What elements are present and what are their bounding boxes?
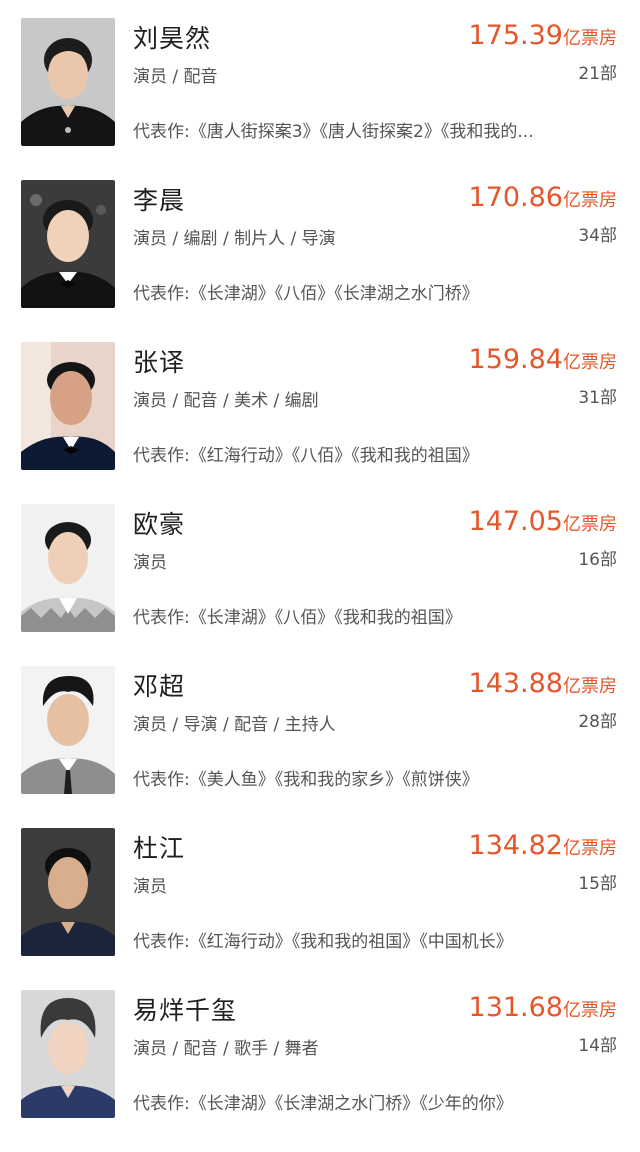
box-office-value: 131.68 — [468, 992, 563, 1023]
representative-works: 代表作:《长津湖》《八佰》《我和我的祖国》 — [133, 608, 462, 628]
celebrity-roles: 演员 — [133, 877, 167, 897]
celebrity-row[interactable]: 张译 演员 / 配音 / 美术 / 编剧 代表作:《红海行动》《八佰》《我和我的… — [0, 342, 640, 504]
celebrity-roles: 演员 / 编剧 / 制片人 / 导演 — [133, 229, 336, 249]
representative-works: 代表作:《红海行动》《八佰》《我和我的祖国》 — [133, 446, 479, 466]
film-count: 31部 — [578, 388, 617, 408]
celebrity-name: 李晨 — [133, 186, 186, 215]
celebrity-row[interactable]: 易烊千玺 演员 / 配音 / 歌手 / 舞者 代表作:《长津湖》《长津湖之水门桥… — [0, 990, 640, 1152]
box-office-value: 143.88 — [468, 668, 563, 699]
film-count: 21部 — [578, 64, 617, 84]
film-count: 15部 — [578, 874, 617, 894]
celebrity-row[interactable]: 杜江 演员 代表作:《红海行动》《我和我的祖国》《中国机长》 134.82亿票房… — [0, 828, 640, 990]
box-office-unit: 亿票房 — [563, 1000, 617, 1021]
film-count: 14部 — [578, 1036, 617, 1056]
box-office-value: 134.82 — [468, 830, 563, 861]
representative-works: 代表作:《美人鱼》《我和我的家乡》《煎饼侠》 — [133, 770, 479, 790]
box-office-unit: 亿票房 — [563, 838, 617, 859]
film-count: 28部 — [578, 712, 617, 732]
film-count: 34部 — [578, 226, 617, 246]
box-office: 175.39亿票房 — [469, 19, 617, 56]
celebrity-roles: 演员 / 配音 / 歌手 / 舞者 — [133, 1039, 319, 1059]
film-count: 16部 — [578, 550, 617, 570]
celebrity-photo[interactable] — [21, 342, 115, 470]
representative-works: 代表作:《红海行动》《我和我的祖国》《中国机长》 — [133, 932, 513, 952]
celebrity-name: 欧豪 — [133, 510, 186, 539]
celebrity-name: 刘昊然 — [133, 24, 212, 53]
celebrity-roles: 演员 / 配音 / 美术 / 编剧 — [133, 391, 319, 411]
celebrity-row[interactable]: 邓超 演员 / 导演 / 配音 / 主持人 代表作:《美人鱼》《我和我的家乡》《… — [0, 666, 640, 828]
celebrity-photo[interactable] — [21, 666, 115, 794]
box-office-value: 170.86 — [468, 182, 563, 213]
celebrity-roles: 演员 / 导演 / 配音 / 主持人 — [133, 715, 336, 735]
box-office-unit: 亿票房 — [563, 28, 617, 49]
celebrity-name: 邓超 — [133, 672, 186, 701]
box-office-unit: 亿票房 — [563, 352, 617, 373]
box-office-value: 175.39 — [468, 20, 563, 51]
celebrity-row[interactable]: 刘昊然 演员 / 配音 代表作:《唐人街探案3》《唐人街探案2》《我和我的...… — [0, 18, 640, 180]
box-office: 159.84亿票房 — [469, 343, 617, 380]
representative-works: 代表作:《唐人街探案3》《唐人街探案2》《我和我的... — [133, 122, 534, 142]
representative-works: 代表作:《长津湖》《八佰》《长津湖之水门桥》 — [133, 284, 479, 304]
box-office: 147.05亿票房 — [469, 505, 617, 542]
box-office-unit: 亿票房 — [563, 676, 617, 697]
box-office-value: 147.05 — [468, 506, 563, 537]
celebrity-photo[interactable] — [21, 504, 115, 632]
celebrity-roles: 演员 / 配音 — [133, 67, 218, 87]
celebrity-name: 易烊千玺 — [133, 996, 238, 1025]
celebrity-roles: 演员 — [133, 553, 167, 573]
box-office: 170.86亿票房 — [469, 181, 617, 218]
box-office-unit: 亿票房 — [563, 514, 617, 535]
box-office: 143.88亿票房 — [469, 667, 617, 704]
celebrity-box-office-list: 刘昊然 演员 / 配音 代表作:《唐人街探案3》《唐人街探案2》《我和我的...… — [0, 0, 640, 1132]
celebrity-name: 张译 — [133, 348, 186, 377]
celebrity-row[interactable]: 李晨 演员 / 编剧 / 制片人 / 导演 代表作:《长津湖》《八佰》《长津湖之… — [0, 180, 640, 342]
box-office-unit: 亿票房 — [563, 190, 617, 211]
celebrity-photo[interactable] — [21, 990, 115, 1118]
representative-works: 代表作:《长津湖》《长津湖之水门桥》《少年的你》 — [133, 1094, 513, 1114]
box-office-value: 159.84 — [468, 344, 563, 375]
celebrity-name: 杜江 — [133, 834, 186, 863]
celebrity-photo[interactable] — [21, 180, 115, 308]
celebrity-row[interactable]: 欧豪 演员 代表作:《长津湖》《八佰》《我和我的祖国》 147.05亿票房 16… — [0, 504, 640, 666]
box-office: 131.68亿票房 — [469, 991, 617, 1028]
box-office: 134.82亿票房 — [469, 829, 617, 866]
celebrity-photo[interactable] — [21, 828, 115, 956]
celebrity-photo[interactable] — [21, 18, 115, 146]
